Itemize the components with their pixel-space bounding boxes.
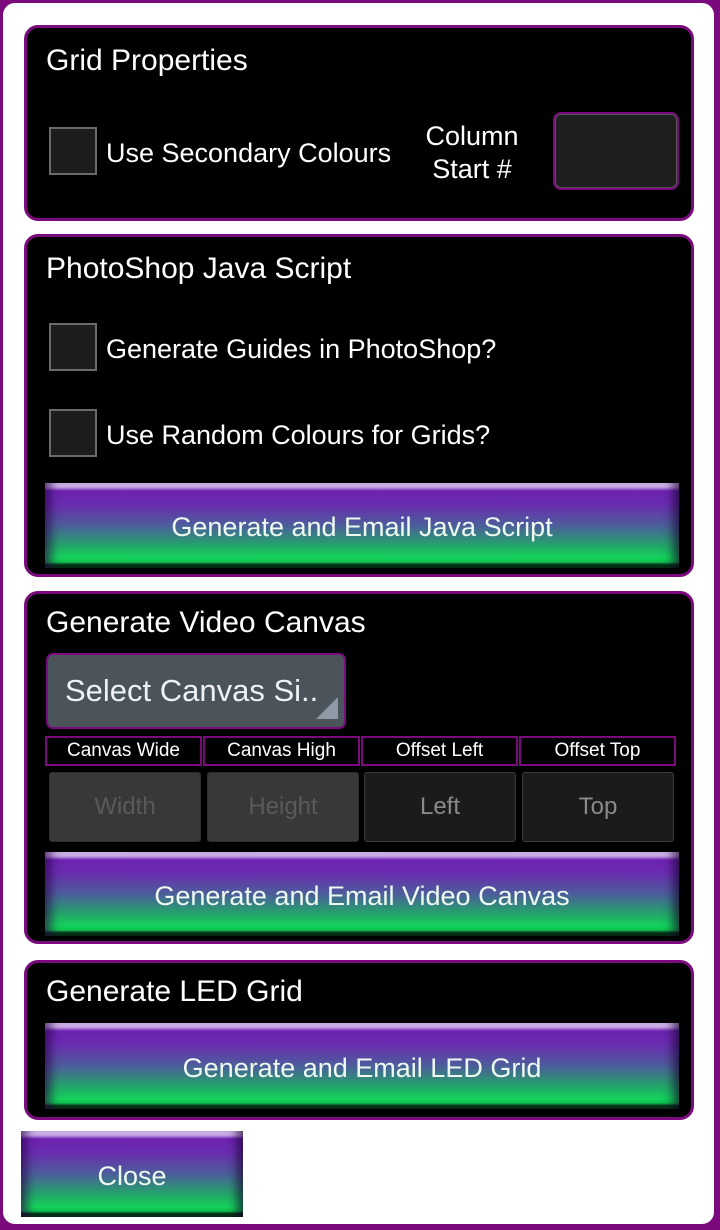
led-grid-panel: Generate LED Grid Generate and Email LED…: [24, 960, 694, 1120]
dropdown-corner-icon: [316, 697, 338, 719]
column-start-input[interactable]: [553, 112, 679, 190]
offset-top-header: Offset Top: [519, 736, 676, 766]
column-start-label-line2: Start #: [432, 154, 512, 184]
offset-top-input[interactable]: Top: [522, 772, 674, 842]
close-button[interactable]: Close: [21, 1131, 243, 1217]
offset-left-header: Offset Left: [361, 736, 518, 766]
generate-email-led-grid-button[interactable]: Generate and Email LED Grid: [45, 1023, 679, 1109]
offset-left-input[interactable]: Left: [364, 772, 516, 842]
grid-properties-panel: Grid Properties Use Secondary Colours Co…: [24, 25, 694, 221]
canvas-width-input[interactable]: Width: [49, 772, 201, 842]
use-secondary-colours-checkbox[interactable]: [49, 127, 97, 175]
canvas-size-selected: Select Canvas Si..: [65, 673, 319, 708]
canvas-height-input[interactable]: Height: [207, 772, 359, 842]
generate-email-video-canvas-button[interactable]: Generate and Email Video Canvas: [45, 852, 679, 936]
generate-guides-label: Generate Guides in PhotoShop?: [106, 334, 497, 364]
column-start-label: Column Start #: [405, 120, 539, 186]
video-canvas-panel: Generate Video Canvas Select Canvas Si..…: [24, 591, 694, 944]
panel-title: Generate Video Canvas: [46, 606, 366, 639]
dialog: Grid Properties Use Secondary Colours Co…: [3, 3, 714, 1224]
button-label: Generate and Email Video Canvas: [154, 880, 570, 911]
random-colours-label: Use Random Colours for Grids?: [106, 420, 491, 450]
generate-email-java-script-button[interactable]: Generate and Email Java Script: [45, 483, 679, 568]
canvas-size-select[interactable]: Select Canvas Si..: [46, 653, 346, 729]
panel-title: PhotoShop Java Script: [46, 252, 352, 285]
canvas-wide-header: Canvas Wide: [45, 736, 202, 766]
random-colours-checkbox[interactable]: [49, 409, 97, 457]
button-label: Generate and Email Java Script: [171, 512, 553, 542]
button-label: Generate and Email LED Grid: [182, 1052, 542, 1083]
generate-guides-checkbox[interactable]: [49, 323, 97, 371]
photoshop-script-panel: PhotoShop Java Script Generate Guides in…: [24, 234, 694, 577]
canvas-high-header: Canvas High: [203, 736, 360, 766]
close-label: Close: [97, 1160, 167, 1191]
panel-title: Generate LED Grid: [46, 975, 303, 1008]
column-start-label-line1: Column: [425, 121, 519, 151]
panel-title: Grid Properties: [46, 44, 248, 77]
use-secondary-colours-label: Use Secondary Colours: [106, 138, 392, 168]
